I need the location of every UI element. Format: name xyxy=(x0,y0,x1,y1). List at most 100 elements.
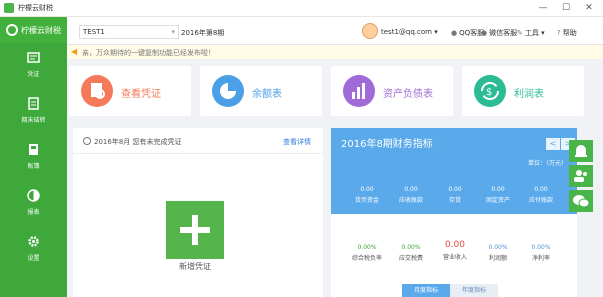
company-name: TEST1 xyxy=(83,28,105,36)
clock-icon xyxy=(83,137,91,145)
company-select[interactable]: TEST1 ▾ xyxy=(79,25,179,39)
metric-value: 0.00% xyxy=(357,244,377,251)
chevron-down-icon: ▾ xyxy=(541,29,545,37)
sidebar-item-label: 账簿 xyxy=(27,163,40,170)
sidebar-item-label: 报表 xyxy=(27,209,40,216)
financial-indicators-panel: 2016年8期财务指标 < > 单位：（万元） 0.00 货币资金 0.00 应收账… xyxy=(331,128,577,297)
tools-menu[interactable]: ✎ 工具 ▾ xyxy=(517,28,545,38)
add-voucher-button[interactable] xyxy=(166,201,224,259)
prev-period-button[interactable]: < xyxy=(546,138,560,150)
gear-icon xyxy=(28,236,39,247)
pie-chart-icon xyxy=(27,189,40,202)
wechat-service-label: 微信客服 xyxy=(489,29,518,37)
panel-header: 2016年8月 您有未完成凭证 查看详情 xyxy=(73,128,323,154)
metric-fixed-assets: 0.00 固定资产 xyxy=(478,186,518,204)
qq-icon: ● xyxy=(451,29,458,37)
wrench-icon: ✎ xyxy=(517,29,523,37)
notice-text[interactable]: 亲，万众期待的一键复制功能已经发布啦！ xyxy=(82,48,215,58)
contacts-button[interactable] xyxy=(569,165,593,187)
metric-value: 0.00 xyxy=(360,186,374,193)
panel-title: 2016年8月 您有未完成凭证 xyxy=(94,138,182,146)
balance-sheet-card[interactable]: 余额表 xyxy=(200,66,322,116)
metric-inventory: 0.00 存货 xyxy=(435,186,475,204)
view-details-link[interactable]: 查看详情 xyxy=(283,137,311,147)
card-label: 查看凭证 xyxy=(121,89,161,100)
sidebar-item-label: 凭证 xyxy=(27,71,40,78)
card-label: 利润表 xyxy=(514,89,544,100)
speaker-icon: ◀ xyxy=(71,47,78,56)
voucher-icon xyxy=(27,52,40,63)
metric-label: 存货 xyxy=(448,197,461,204)
card-label: 余额表 xyxy=(252,89,282,100)
wechat-icon xyxy=(573,195,590,208)
notification-button[interactable] xyxy=(569,140,593,162)
sidebar-item-label: 设置 xyxy=(27,255,40,262)
view-voucher-card[interactable]: 查看凭证 xyxy=(69,66,191,116)
metric-value: 0.00 xyxy=(404,186,418,193)
user-email-text: test1@qq.com xyxy=(381,28,432,36)
metric-value: 0.00% xyxy=(488,244,508,251)
qq-service-link[interactable]: ● QQ客服 xyxy=(451,28,484,38)
metric-value: 0.00 xyxy=(491,186,505,193)
metric-label: 固定资产 xyxy=(485,197,510,204)
sidebar-item-label: 期末结转 xyxy=(21,117,46,124)
metric-payables: 0.00 应付账款 xyxy=(521,186,561,204)
sidebar-item-voucher[interactable]: 凭证 xyxy=(0,47,67,87)
wechat-service-link[interactable]: ● 微信客服 xyxy=(481,28,517,38)
metric-tax-payable: 0.00% 应交税费 xyxy=(391,244,431,262)
unit-label: 单位：（万元） xyxy=(527,160,567,167)
tab-monthly[interactable]: 月度指标 xyxy=(402,284,450,297)
unfinished-voucher-panel: 2016年8月 您有未完成凭证 查看详情 新增凭证 xyxy=(73,128,323,297)
ledger-icon xyxy=(29,144,38,155)
bell-icon xyxy=(575,145,587,157)
sidebar-item-ledger[interactable]: 账簿 xyxy=(0,139,67,179)
indicators-title: 2016年8期财务指标 xyxy=(341,139,433,150)
clipboard-icon xyxy=(28,97,39,110)
chevron-down-icon: ▾ xyxy=(171,28,175,36)
wechat-button[interactable] xyxy=(569,190,593,212)
metric-cash: 0.00 货币资金 xyxy=(347,186,387,204)
chevron-down-icon: ▾ xyxy=(434,28,438,36)
metric-value: 0.00 xyxy=(448,186,462,193)
metric-label: 净利率 xyxy=(531,255,550,262)
metric-revenue: 0.00 营业收入 xyxy=(435,240,475,261)
top-header: TEST1 ▾ 2016年第8期 test1@qq.com ▾ ● QQ客服 ● 微… xyxy=(67,17,603,45)
metric-value: 0.00 xyxy=(444,240,466,250)
currency-cycle-icon: $ xyxy=(474,75,506,107)
bar-chart-icon xyxy=(343,75,375,107)
brand[interactable]: 柠檬云财税 xyxy=(0,17,67,43)
indicators-header: 2016年8期财务指标 < > 单位：（万元） 0.00 货币资金 0.00 应收账… xyxy=(331,128,577,214)
tab-yearly[interactable]: 年度指标 xyxy=(450,284,498,297)
window-title: 柠檬云财税 xyxy=(18,4,53,12)
card-label: 资产负债表 xyxy=(383,89,433,100)
search-document-icon xyxy=(81,75,113,107)
metric-value: 0.00% xyxy=(531,244,551,251)
metric-label: 综合税负率 xyxy=(351,255,382,262)
close-button[interactable]: ✕ xyxy=(582,2,596,15)
income-statement-card[interactable]: $ 利润表 xyxy=(462,66,584,116)
metric-receivables: 0.00 应收账款 xyxy=(391,186,431,204)
asset-liability-card[interactable]: 资产负债表 xyxy=(331,66,453,116)
wechat-icon: ● xyxy=(481,29,488,37)
sidebar-item-settings[interactable]: 设置 xyxy=(0,231,67,271)
metric-label: 应收账款 xyxy=(398,197,423,204)
sidebar-item-reports[interactable]: 报表 xyxy=(0,185,67,225)
help-label: 帮助 xyxy=(562,29,577,37)
maximize-button[interactable]: ☐ xyxy=(559,2,573,15)
minimize-button[interactable]: — xyxy=(536,2,550,15)
metric-value: 0.00% xyxy=(401,244,421,251)
metric-tax-burden: 0.00% 综合税负率 xyxy=(347,244,387,262)
avatar[interactable] xyxy=(362,23,378,39)
add-voucher-label[interactable]: 新增凭证 xyxy=(157,261,233,272)
notice-bar: ◀ 亲，万众期待的一键复制功能已经发布啦！ xyxy=(67,45,603,59)
sidebar: 柠檬云财税 凭证 期末结转 账簿 报表 设置 xyxy=(0,17,67,297)
help-link[interactable]: ? 帮助 xyxy=(557,28,577,38)
plus-icon-vertical xyxy=(192,215,198,245)
metric-net-margin: 0.00% 净利率 xyxy=(521,244,561,262)
sidebar-item-period-end[interactable]: 期末结转 xyxy=(0,93,67,133)
user-email[interactable]: test1@qq.com ▾ xyxy=(381,28,438,36)
help-icon: ? xyxy=(557,29,561,37)
brand-name: 柠檬云财税 xyxy=(21,26,61,35)
svg-text:$: $ xyxy=(486,87,492,98)
pie-chart-icon xyxy=(212,75,244,107)
